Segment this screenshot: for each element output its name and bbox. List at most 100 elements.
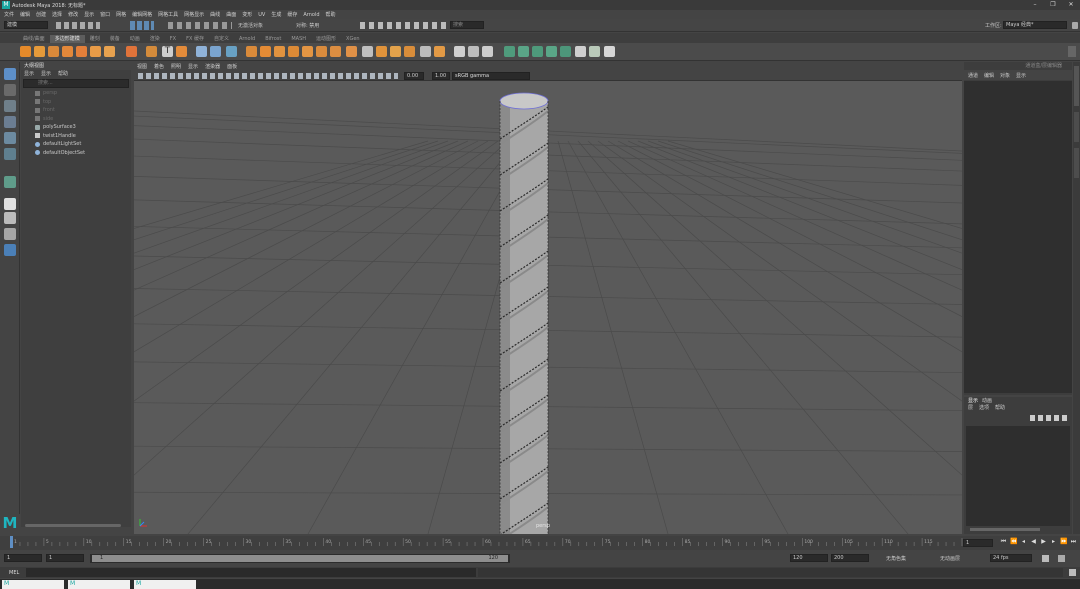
shelf-options-icon[interactable]	[1068, 46, 1076, 57]
four-pane-icon[interactable]	[4, 212, 16, 224]
character-set-label[interactable]: 无角色集	[886, 555, 906, 562]
combine-icon[interactable]	[196, 46, 207, 57]
wedge-icon[interactable]	[420, 46, 431, 57]
outliner-layout-icon[interactable]	[4, 244, 16, 256]
outliner-scrollbar[interactable]	[25, 524, 121, 527]
menu-modify[interactable]: 修改	[68, 11, 78, 18]
time-slider[interactable]: 1 5 10 15 20 25 30 35 40 45 50 55 60 65 70 75 80 85 90 95 10…	[0, 536, 1080, 550]
layer-menu-options[interactable]: 选项	[979, 404, 989, 412]
tab-fx[interactable]: FX	[165, 35, 181, 43]
outliner-menu-help[interactable]: 帮助	[58, 70, 68, 78]
menu-deform[interactable]: 变形	[242, 11, 252, 18]
outliner-item-defaultlightset[interactable]: defaultLightSet	[21, 140, 131, 149]
poly-cube-icon[interactable]	[34, 46, 45, 57]
cylindrical-map-icon[interactable]	[532, 46, 543, 57]
uv-editor-icon[interactable]	[504, 46, 515, 57]
cut-uv-icon[interactable]	[604, 46, 615, 57]
poly-disc-icon[interactable]	[104, 46, 115, 57]
menu-edit-mesh[interactable]: 编辑网格	[132, 11, 152, 18]
menu-create[interactable]: 创建	[36, 11, 46, 18]
menu-windows[interactable]: 窗口	[100, 11, 110, 18]
poly-torus-icon[interactable]	[76, 46, 87, 57]
menu-file[interactable]: 文件	[4, 11, 14, 18]
menu-select[interactable]: 选择	[52, 11, 62, 18]
close-button[interactable]: ✕	[1062, 0, 1080, 10]
animation-end-field[interactable]: 200	[831, 554, 869, 562]
planar-map-icon[interactable]	[518, 46, 529, 57]
scale-tool-icon[interactable]	[4, 148, 16, 160]
menu-mesh[interactable]: 网格	[116, 11, 126, 18]
quad-draw-icon[interactable]	[468, 46, 479, 57]
bridge-icon[interactable]	[274, 46, 285, 57]
tab-arnold[interactable]: Arnold	[234, 35, 260, 43]
outliner-item-side[interactable]: side	[21, 115, 131, 124]
menu-help[interactable]: 帮助	[326, 11, 336, 18]
outliner-item-front[interactable]: front	[21, 106, 131, 115]
poly-cylinder-icon[interactable]	[48, 46, 59, 57]
outliner-item-top[interactable]: top	[21, 98, 131, 107]
insert-loop-icon[interactable]	[376, 46, 387, 57]
perspective-viewport[interactable]: persp	[134, 81, 962, 534]
offset-loop-icon[interactable]	[390, 46, 401, 57]
anim-layer-label[interactable]: 无动画层	[940, 555, 960, 562]
type-tool-icon[interactable]: T	[162, 46, 173, 57]
super-shape-icon[interactable]	[146, 46, 157, 57]
tab-rigging[interactable]: 装备	[105, 35, 125, 43]
tab-animation[interactable]: 动画	[125, 35, 145, 43]
unfold-icon[interactable]	[589, 46, 600, 57]
range-track[interactable]: 1 120	[90, 554, 510, 563]
side-by-side-icon[interactable]	[4, 228, 16, 240]
live-surface-label[interactable]: 无激活对象	[238, 22, 263, 29]
select-mode-icon[interactable]	[130, 21, 154, 30]
lasso-tool-icon[interactable]	[4, 84, 16, 96]
bevel-icon[interactable]	[288, 46, 299, 57]
tab-fx-caching[interactable]: FX 缓存	[181, 35, 209, 43]
step-back-frame-icon[interactable]: ◂	[1020, 538, 1027, 546]
menu-edit[interactable]: 编辑	[20, 11, 30, 18]
taskbar-window-1[interactable]: M	[2, 580, 64, 589]
fps-dropdown[interactable]: 24 fps	[990, 554, 1032, 562]
connect-icon[interactable]	[362, 46, 373, 57]
tab-curves[interactable]: 曲线/曲面	[18, 35, 50, 43]
outliner-item-defaultobjectset[interactable]: defaultObjectSet	[21, 149, 131, 158]
go-to-end-icon[interactable]: ⏭	[1070, 538, 1077, 546]
target-weld-icon[interactable]	[346, 46, 357, 57]
search-field[interactable]: 搜索	[450, 21, 484, 29]
fill-hole-icon[interactable]	[316, 46, 327, 57]
script-editor-icon[interactable]	[1069, 569, 1076, 576]
command-input[interactable]	[26, 568, 476, 577]
auto-map-icon[interactable]	[560, 46, 571, 57]
spherical-map-icon[interactable]	[546, 46, 557, 57]
extrude-icon[interactable]	[260, 46, 271, 57]
layer-menu-help[interactable]: 帮助	[995, 404, 1005, 412]
taskbar-window-3[interactable]: M	[134, 580, 196, 589]
step-forward-key-icon[interactable]: ⏩	[1060, 538, 1067, 546]
step-back-key-icon[interactable]: ⏪	[1010, 538, 1017, 546]
animation-start-field[interactable]: 1	[4, 554, 42, 562]
menu-mesh-tools[interactable]: 网格工具	[158, 11, 178, 18]
color-space-dropdown[interactable]: sRGB gamma	[452, 72, 530, 80]
tab-mash[interactable]: MASH	[286, 35, 311, 43]
menu-set-dropdown[interactable]: 建模	[4, 21, 48, 29]
play-forward-icon[interactable]: ▶	[1040, 538, 1047, 546]
menu-arnold[interactable]: Arnold	[303, 12, 319, 18]
layer-buttons-icon[interactable]	[1030, 415, 1068, 421]
render-tools-icon[interactable]	[360, 22, 446, 29]
tab-bifrost[interactable]: Bifrost	[260, 35, 286, 43]
menu-cache[interactable]: 缓存	[287, 11, 297, 18]
anim-prefs-icon[interactable]	[1058, 555, 1065, 562]
slide-edge-icon[interactable]	[482, 46, 493, 57]
go-to-start-icon[interactable]: ⏮	[1000, 538, 1007, 546]
separate-icon[interactable]	[210, 46, 221, 57]
boolean-icon[interactable]	[246, 46, 257, 57]
outliner-search-input[interactable]: 搜索...	[23, 79, 129, 88]
outliner-menu-display[interactable]: 显示	[24, 70, 34, 78]
lock-icon[interactable]	[1072, 22, 1078, 29]
menu-display[interactable]: 显示	[84, 11, 94, 18]
checker-icon[interactable]	[575, 46, 586, 57]
tab-custom[interactable]: 自定义	[209, 35, 234, 43]
single-pane-icon[interactable]	[4, 198, 16, 210]
layer-scrollbar[interactable]	[970, 528, 1040, 531]
menu-surfaces[interactable]: 曲面	[226, 11, 236, 18]
vp-menu-show[interactable]: 显示	[188, 63, 198, 70]
